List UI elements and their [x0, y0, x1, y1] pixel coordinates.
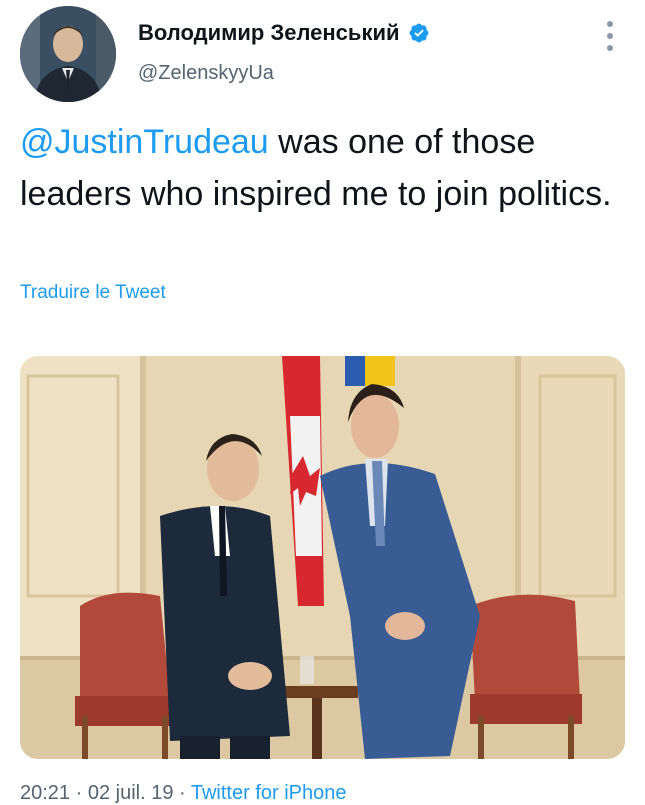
translate-link[interactable]: Traduire le Tweet [20, 282, 166, 304]
tweet-text: @JustinTrudeau was one of those leaders … [20, 116, 625, 220]
source-link[interactable]: Twitter for iPhone [191, 782, 347, 804]
tweet-photo[interactable] [20, 356, 625, 759]
user-handle[interactable]: @ZelenskyyUa [138, 62, 274, 85]
mention-link[interactable]: @JustinTrudeau [20, 123, 269, 161]
timestamp[interactable]: 20:21 · 02 juil. 19 · [20, 782, 191, 804]
avatar[interactable] [20, 6, 116, 102]
tweet-meta: 20:21 · 02 juil. 19 · Twitter for iPhone [20, 782, 346, 805]
verified-badge-icon [408, 22, 430, 44]
display-name-text: Володимир Зеленський [138, 20, 400, 45]
photo-image [20, 356, 625, 759]
avatar-photo [20, 6, 116, 102]
more-vertical-icon[interactable] [600, 18, 620, 54]
display-name[interactable]: Володимир Зеленський [138, 20, 430, 46]
